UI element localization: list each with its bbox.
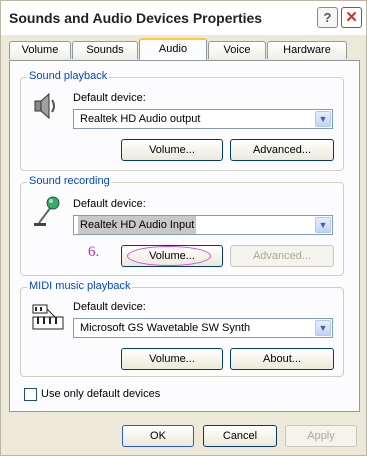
sound-recording-label: Sound recording [27,175,112,187]
chevron-down-icon[interactable]: ▼ [315,217,331,233]
sound-playback-label: Sound playback [27,70,110,82]
chevron-down-icon[interactable]: ▼ [315,111,331,127]
midi-default-device-label: Default device: [73,301,146,313]
midi-device-select[interactable]: Microsoft GS Wavetable SW Synth ▼ [73,318,333,338]
tab-voice[interactable]: Voice [208,41,266,59]
close-button[interactable]: ✕ [341,7,362,28]
playback-volume-button[interactable]: Volume... [121,139,223,161]
use-default-devices-checkbox[interactable] [24,388,37,401]
playback-advanced-button[interactable]: Advanced... [230,139,334,161]
apply-button[interactable]: Apply [285,425,357,447]
window-title: Sounds and Audio Devices Properties [9,10,263,26]
tab-strip: Volume Sounds Audio Voice Hardware [9,38,361,61]
midi-about-button[interactable]: About... [230,348,334,370]
recording-default-device-label: Default device: [73,198,146,210]
annotation-step-number: 6. [88,244,100,260]
chevron-down-icon[interactable]: ▼ [315,320,331,336]
playback-default-device-label: Default device: [73,92,146,104]
help-button[interactable]: ? [317,7,338,28]
tab-volume[interactable]: Volume [9,41,71,59]
tab-audio[interactable]: Audio [139,38,207,60]
ok-button[interactable]: OK [122,425,194,447]
midi-keyboard-icon [32,304,64,330]
recording-advanced-button[interactable]: Advanced... [230,245,334,267]
playback-device-select[interactable]: Realtek HD Audio output ▼ [73,109,333,129]
annotation-ellipse [127,246,211,266]
speaker-icon [34,92,55,120]
tab-hardware[interactable]: Hardware [267,41,347,59]
midi-volume-button[interactable]: Volume... [121,348,223,370]
microphone-icon [34,196,60,226]
tab-sounds[interactable]: Sounds [72,41,138,59]
cancel-button[interactable]: Cancel [203,425,277,447]
midi-device-value: Microsoft GS Wavetable SW Synth [80,322,251,334]
properties-dialog: Sounds and Audio Devices Properties ? ✕ … [0,0,367,456]
title-bar: Sounds and Audio Devices Properties ? ✕ [1,1,366,35]
playback-device-value: Realtek HD Audio output [80,113,201,125]
recording-device-select[interactable]: Realtek HD Audio Input ▼ [73,215,333,235]
use-default-devices-label[interactable]: Use only default devices [41,388,160,400]
recording-device-value: Realtek HD Audio Input [78,216,197,234]
midi-playback-label: MIDI music playback [27,280,133,292]
